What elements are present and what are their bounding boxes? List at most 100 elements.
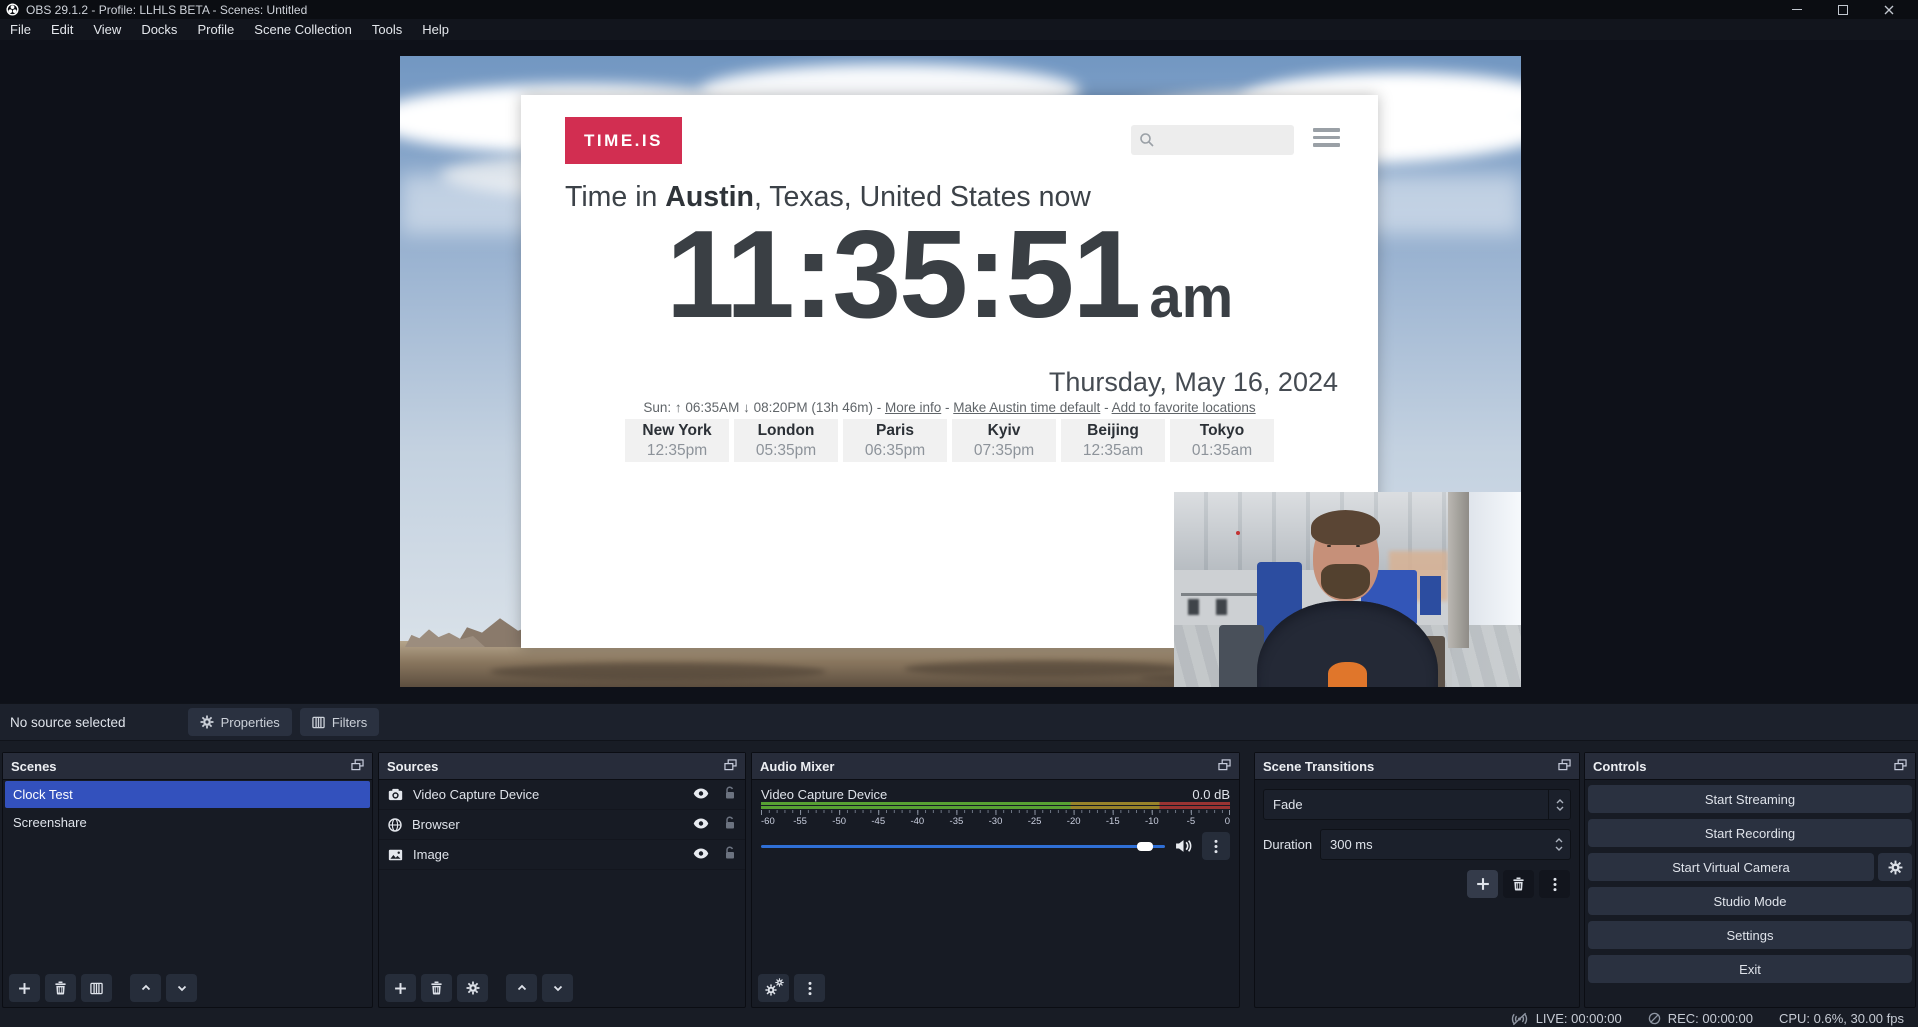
minimize-icon <box>1792 9 1802 10</box>
source-properties-button[interactable] <box>457 974 488 1002</box>
mixer-channel-menu-button[interactable] <box>1202 832 1230 860</box>
menu-profile[interactable]: Profile <box>187 22 244 37</box>
kebab-icon <box>808 981 812 996</box>
transition-select[interactable]: Fade <box>1263 789 1571 820</box>
city-time: 05:35pm <box>756 441 816 460</box>
properties-button[interactable]: Properties <box>188 708 292 736</box>
start-recording-button[interactable]: Start Recording <box>1588 819 1912 847</box>
menu-docks[interactable]: Docks <box>131 22 187 37</box>
menu-edit[interactable]: Edit <box>41 22 83 37</box>
transitions-title: Scene Transitions <box>1263 759 1374 774</box>
maximize-button[interactable] <box>1820 0 1866 19</box>
scale-label: -40 <box>910 816 924 827</box>
popout-icon[interactable] <box>1558 759 1571 774</box>
move-scene-down-button[interactable] <box>166 974 197 1002</box>
clock-ampm: am <box>1149 269 1233 327</box>
scene-transitions-panel: Scene Transitions Fade Duration 300 ms <box>1254 752 1580 1008</box>
popout-icon[interactable] <box>1894 759 1907 774</box>
remove-transition-button[interactable] <box>1503 870 1534 898</box>
menu-tools[interactable]: Tools <box>362 22 412 37</box>
preview-area[interactable]: TIME.IS Time in Austin, Texas, United St… <box>0 40 1918 703</box>
source-row-video-capture[interactable]: Video Capture Device <box>379 780 745 810</box>
city-card[interactable]: London05:35pm <box>734 419 838 462</box>
sources-title: Sources <box>387 759 438 774</box>
speaker-icon[interactable] <box>1175 839 1192 853</box>
popout-icon[interactable] <box>351 759 364 774</box>
source-row-browser[interactable]: Browser <box>379 810 745 840</box>
scene-item-clock-test[interactable]: Clock Test <box>5 781 370 808</box>
city-card[interactable]: Beijing12:35am <box>1061 419 1165 462</box>
chevron-up-icon <box>140 982 152 994</box>
minimize-button[interactable] <box>1774 0 1820 19</box>
scene-item-screenshare[interactable]: Screenshare <box>5 809 370 836</box>
filters-button[interactable]: Filters <box>300 708 379 736</box>
city-time: 01:35am <box>1192 441 1252 460</box>
popout-icon[interactable] <box>724 759 737 774</box>
hamburger-menu-icon[interactable] <box>1313 128 1340 151</box>
exit-button[interactable]: Exit <box>1588 955 1912 983</box>
make-default-link[interactable]: Make Austin time default <box>953 400 1100 415</box>
add-scene-button[interactable] <box>9 974 40 1002</box>
menu-help[interactable]: Help <box>412 22 459 37</box>
scale-label: -15 <box>1106 816 1120 827</box>
spin-down-icon[interactable] <box>1555 846 1563 851</box>
add-transition-button[interactable] <box>1467 870 1498 898</box>
move-source-up-button[interactable] <box>506 974 537 1002</box>
city-card[interactable]: Tokyo01:35am <box>1170 419 1274 462</box>
mixer-menu-button[interactable] <box>794 974 825 1002</box>
more-info-link[interactable]: More info <box>885 400 941 415</box>
unlock-icon[interactable] <box>724 816 736 833</box>
start-virtual-camera-button[interactable]: Start Virtual Camera <box>1588 853 1874 881</box>
studio-mode-button[interactable]: Studio Mode <box>1588 887 1912 915</box>
timeis-search-input[interactable] <box>1131 125 1294 155</box>
sun-info-line: Sun: ↑ 06:35AM ↓ 08:20PM (13h 46m) - Mor… <box>521 400 1378 415</box>
program-canvas[interactable]: TIME.IS Time in Austin, Texas, United St… <box>400 56 1521 687</box>
add-source-button[interactable] <box>385 974 416 1002</box>
mixer-channel-name: Video Capture Device <box>761 787 887 802</box>
menu-view[interactable]: View <box>83 22 131 37</box>
source-row-image[interactable]: Image <box>379 840 745 870</box>
image-icon <box>388 849 403 861</box>
city-card[interactable]: Paris06:35pm <box>843 419 947 462</box>
unlock-icon[interactable] <box>724 786 736 803</box>
eye-icon[interactable] <box>693 787 709 802</box>
properties-label: Properties <box>221 715 280 730</box>
volume-slider[interactable] <box>761 833 1165 859</box>
timeis-logo[interactable]: TIME.IS <box>565 117 682 164</box>
transition-properties-button[interactable] <box>1539 870 1570 898</box>
duration-spinbox[interactable]: 300 ms <box>1320 829 1571 860</box>
start-streaming-button[interactable]: Start Streaming <box>1588 785 1912 813</box>
unlock-icon[interactable] <box>724 846 736 863</box>
filter-stripes-icon <box>312 716 325 729</box>
volume-slider-handle[interactable] <box>1137 842 1153 851</box>
eye-icon[interactable] <box>693 847 709 862</box>
advanced-audio-button[interactable] <box>758 974 789 1002</box>
virtual-camera-config-button[interactable] <box>1878 853 1912 881</box>
source-toolbar: No source selected Properties Filters <box>0 703 1918 741</box>
menu-scene-collection[interactable]: Scene Collection <box>244 22 362 37</box>
city-card[interactable]: Kyiv07:35pm <box>952 419 1056 462</box>
settings-button[interactable]: Settings <box>1588 921 1912 949</box>
remove-source-button[interactable] <box>421 974 452 1002</box>
mixer-level-db: 0.0 dB <box>1192 787 1230 802</box>
webcam-chair <box>1188 599 1199 615</box>
menu-file[interactable]: File <box>0 22 41 37</box>
scene-filters-button[interactable] <box>81 974 112 1002</box>
status-bar: LIVE: 00:00:00 REC: 00:00:00 CPU: 0.6%, … <box>0 1010 1918 1027</box>
live-status: LIVE: 00:00:00 <box>1510 1011 1622 1026</box>
trash-icon <box>430 981 443 995</box>
move-source-down-button[interactable] <box>542 974 573 1002</box>
move-scene-up-button[interactable] <box>130 974 161 1002</box>
city-time: 06:35pm <box>865 441 925 460</box>
kebab-icon <box>1553 877 1557 892</box>
add-favorites-link[interactable]: Add to favorite locations <box>1112 400 1256 415</box>
city-card[interactable]: New York12:35pm <box>625 419 729 462</box>
remove-scene-button[interactable] <box>45 974 76 1002</box>
popout-icon[interactable] <box>1218 759 1231 774</box>
sources-header: Sources <box>379 753 745 780</box>
chevron-up-icon <box>516 982 528 994</box>
close-button[interactable] <box>1866 0 1912 19</box>
spin-up-icon[interactable] <box>1555 838 1563 843</box>
sun-times: Sun: ↑ 06:35AM ↓ 08:20PM (13h 46m) - <box>643 400 885 415</box>
eye-icon[interactable] <box>693 817 709 832</box>
